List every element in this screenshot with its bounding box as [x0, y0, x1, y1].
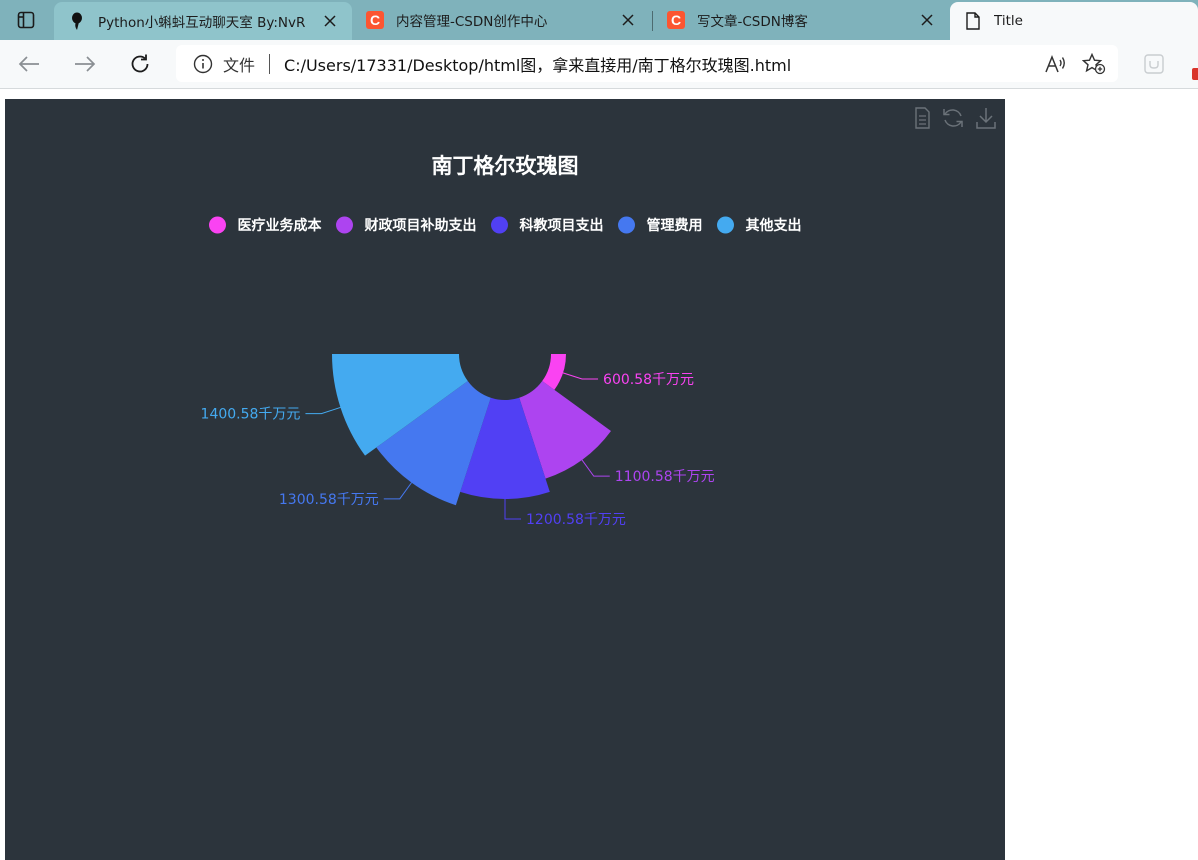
data-label: 600.58千万元	[603, 372, 694, 388]
address-separator	[269, 53, 271, 74]
data-label: 1400.58千万元	[201, 407, 301, 423]
csdn-logo: C	[366, 11, 384, 29]
star-add-icon	[1082, 52, 1106, 74]
legend-swatch	[209, 216, 226, 234]
data-label: 1200.58千万元	[526, 512, 626, 528]
forward-button[interactable]	[68, 48, 102, 80]
info-icon[interactable]	[192, 53, 214, 75]
address-bar[interactable]: 文件 C:/Users/17331/Desktop/html图，拿来直接用/南丁…	[176, 45, 1118, 82]
legend-item[interactable]: 科教项目支出	[491, 216, 604, 235]
chart-container: 南丁格尔玫瑰图 医疗业务成本 财政项目补助支出 科教项目支出 管理费用 其他支出 600…	[5, 99, 1005, 860]
legend-swatch	[717, 216, 734, 234]
tab-title: 内容管理-CSDN创作中心	[396, 14, 548, 30]
rose-sectors	[332, 354, 611, 506]
close-icon	[622, 14, 634, 26]
tab-chatroom[interactable]: Python小蝌蚪互动聊天室 By:NvR	[54, 2, 352, 40]
notification-badge	[1192, 68, 1198, 80]
tab-csdn-content[interactable]: C 内容管理-CSDN创作中心	[352, 0, 650, 40]
close-tab-button[interactable]	[616, 8, 640, 32]
tab-title: Title	[994, 13, 1023, 29]
csdn-icon: C	[667, 11, 685, 29]
legend-label: 财政项目补助支出	[364, 217, 477, 234]
legend-swatch	[618, 216, 635, 234]
favorite-button[interactable]	[1080, 50, 1108, 78]
address-url[interactable]: C:/Users/17331/Desktop/html图，拿来直接用/南丁格尔玫…	[284, 52, 1042, 76]
data-label: 1300.58千万元	[279, 492, 379, 508]
label-leader-line	[383, 482, 412, 500]
tab-title: 写文章-CSDN博客	[697, 14, 808, 30]
csdn-icon: C	[366, 11, 384, 29]
chart-title: 南丁格尔玫瑰图	[432, 154, 579, 178]
legend-swatch	[491, 216, 508, 234]
close-icon	[324, 15, 336, 27]
legend-item[interactable]: 管理费用	[618, 216, 703, 235]
legend-label: 医疗业务成本	[238, 217, 323, 234]
browser-tab-strip: Python小蝌蚪互动聊天室 By:NvR C 内容管理-CSDN创作中心 C …	[0, 0, 1198, 40]
tab-title: Python小蝌蚪互动聊天室 By:NvR	[98, 15, 306, 31]
browser-toolbar: 文件 C:/Users/17331/Desktop/html图，拿来直接用/南丁…	[0, 40, 1198, 89]
extension-button[interactable]	[1137, 48, 1171, 80]
page-icon	[964, 12, 982, 30]
arrow-left-icon	[18, 56, 39, 72]
label-leader-line	[305, 406, 341, 415]
legend-item[interactable]: 财政项目补助支出	[336, 216, 477, 235]
legend-label: 管理费用	[647, 217, 703, 234]
legend-label: 科教项目支出	[520, 217, 604, 234]
back-button[interactable]	[12, 48, 46, 80]
read-aloud-icon	[1045, 54, 1065, 72]
tab-active-title[interactable]: Title	[950, 2, 1198, 40]
label-leader-line	[504, 499, 521, 520]
label-leader-line	[581, 459, 610, 477]
csdn-logo: C	[667, 11, 685, 29]
arrow-right-icon	[75, 56, 96, 72]
reload-button[interactable]	[123, 48, 157, 80]
data-view-icon[interactable]	[915, 107, 930, 129]
rose-chart: 南丁格尔玫瑰图 医疗业务成本 财政项目补助支出 科教项目支出 管理费用 其他支出 600…	[201, 107, 996, 528]
tadpole-icon	[68, 12, 86, 30]
tab-actions-icon	[17, 11, 35, 29]
address-scheme-label: 文件	[223, 55, 256, 75]
legend-item[interactable]: 其他支出	[717, 216, 802, 235]
close-tab-button[interactable]	[318, 9, 342, 33]
legend: 医疗业务成本 财政项目补助支出 科教项目支出 管理费用 其他支出	[209, 216, 802, 235]
legend-label: 其他支出	[746, 217, 802, 234]
label-leader-line	[562, 372, 599, 380]
tab-actions-button[interactable]	[0, 0, 52, 40]
reload-icon	[131, 54, 149, 73]
close-tab-button[interactable]	[915, 8, 939, 32]
restore-icon[interactable]	[943, 109, 963, 127]
legend-swatch	[336, 216, 353, 234]
legend-item[interactable]: 医疗业务成本	[209, 216, 323, 235]
extension-icon	[1144, 54, 1164, 74]
tab-csdn-write[interactable]: C 写文章-CSDN博客	[653, 0, 949, 40]
read-aloud-button[interactable]	[1042, 50, 1070, 78]
data-label: 1100.58千万元	[615, 469, 715, 485]
close-icon	[921, 14, 933, 26]
save-image-icon[interactable]	[976, 108, 996, 129]
